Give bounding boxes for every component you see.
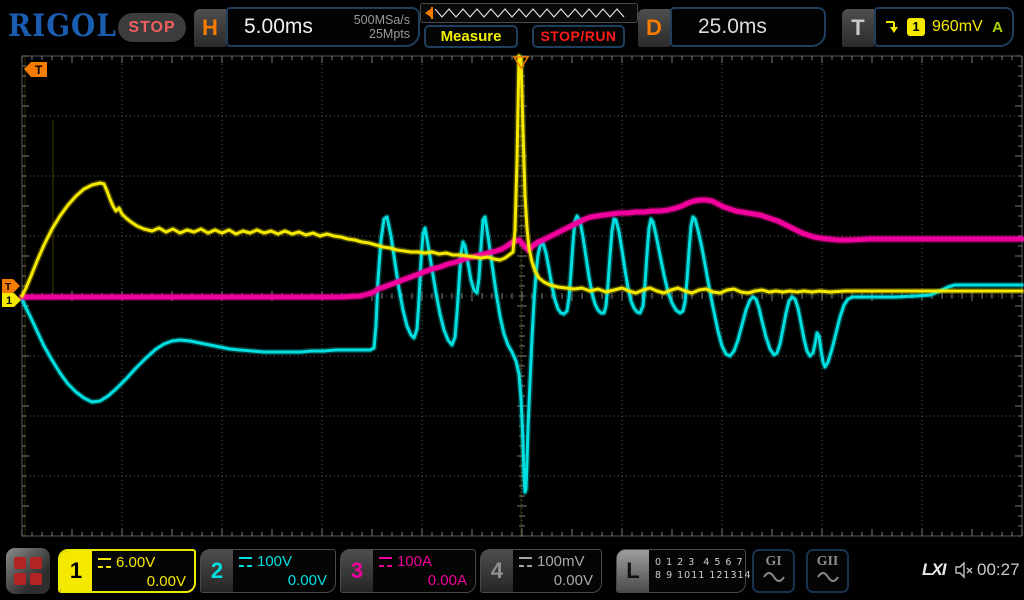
channel-3-number: 3 — [341, 550, 373, 592]
generator-2-label: GII — [816, 554, 839, 569]
dc-coupling-icon — [519, 556, 532, 567]
channel-2-scale: 100V — [257, 553, 293, 570]
generator-1-label: GI — [765, 554, 782, 569]
channel-2-offset: 0.00V — [287, 572, 327, 589]
logic-analyzer-label: L — [617, 550, 649, 592]
channel-4-scale: 100mV — [537, 553, 585, 570]
svg-text:T: T — [5, 282, 11, 293]
sample-rate: 500MSa/s — [353, 13, 410, 27]
generator-2-box[interactable]: GII — [806, 549, 849, 593]
trigger-sweep-mode: A — [992, 18, 1003, 36]
run-state-badge: STOP — [118, 13, 186, 42]
channel-1-number: 1 — [60, 551, 92, 591]
memory-depth: 25Mpts — [369, 27, 410, 41]
channel-4-number: 4 — [481, 550, 513, 592]
trigger-level: 960mV — [932, 18, 983, 35]
lxi-logo: LXI — [922, 560, 946, 579]
channel-3-box[interactable]: 3 100A 0.00A — [340, 549, 476, 593]
trigger-menu-tab[interactable]: T — [842, 9, 874, 47]
dc-coupling-icon — [379, 556, 392, 567]
generator-1-box[interactable]: GI — [752, 549, 795, 593]
channel-2-box[interactable]: 2 100V 0.00V — [200, 549, 336, 593]
channel-1-offset: 0.00V — [146, 573, 186, 590]
menu-grid-icon — [14, 557, 42, 585]
channel-4-offset: 0.00V — [553, 572, 593, 589]
top-status-bar: RIGOL STOP H 5.00ms 500MSa/s 25Mpts Meas… — [0, 0, 1024, 50]
delay-value: 25.0ms — [698, 15, 767, 38]
falling-edge-icon — [886, 21, 898, 33]
svg-text:T: T — [35, 63, 43, 77]
timebase-box[interactable]: 5.00ms 500MSa/s 25Mpts — [226, 7, 420, 47]
digital-channels-row1: 0 1 2 3 4 5 6 7 — [655, 557, 744, 568]
delay-box[interactable]: 25.0ms — [670, 7, 826, 47]
channel-2-number: 2 — [201, 550, 233, 592]
dc-coupling-icon — [98, 557, 111, 568]
measure-button[interactable]: Measure — [424, 25, 518, 48]
memory-position-indicator[interactable] — [420, 3, 638, 23]
logic-analyzer-box[interactable]: L 0 1 2 3 4 5 6 7 8 9 1011 12131415 — [616, 549, 765, 593]
timebase-value: 5.00ms — [244, 15, 313, 38]
channel-1-scale: 6.00V — [116, 554, 156, 571]
memory-waveform-icon — [425, 7, 625, 19]
sine-wave-icon — [816, 572, 839, 582]
trigger-box[interactable]: 1 960mV A — [874, 7, 1014, 47]
bottom-status-bar: 1 6.00V 0.00V 2 100V 0.00V 3 100A 0.00A … — [0, 545, 1024, 600]
horizontal-menu-tab[interactable]: H — [194, 9, 226, 47]
trigger-source-badge: 1 — [907, 18, 925, 36]
dc-coupling-icon — [239, 556, 252, 567]
stop-run-button[interactable]: STOP/RUN — [532, 25, 625, 48]
sine-wave-icon — [762, 572, 785, 582]
clock: 00:27 — [977, 560, 1020, 579]
rigol-logo: RIGOL — [8, 8, 117, 44]
speaker-muted-icon[interactable] — [954, 561, 974, 579]
channel-3-offset: 0.00A — [427, 572, 467, 589]
channel-4-box[interactable]: 4 100mV 0.00V — [480, 549, 602, 593]
channel-1-box[interactable]: 1 6.00V 0.00V — [58, 549, 196, 593]
svg-text:1: 1 — [6, 295, 12, 307]
delay-menu-tab[interactable]: D — [638, 9, 670, 47]
menu-button[interactable] — [6, 548, 50, 594]
waveform-display[interactable]: T T 1 — [0, 0, 1024, 600]
digital-channels-row2: 8 9 1011 12131415 — [655, 570, 766, 581]
channel-3-scale: 100A — [397, 553, 433, 570]
